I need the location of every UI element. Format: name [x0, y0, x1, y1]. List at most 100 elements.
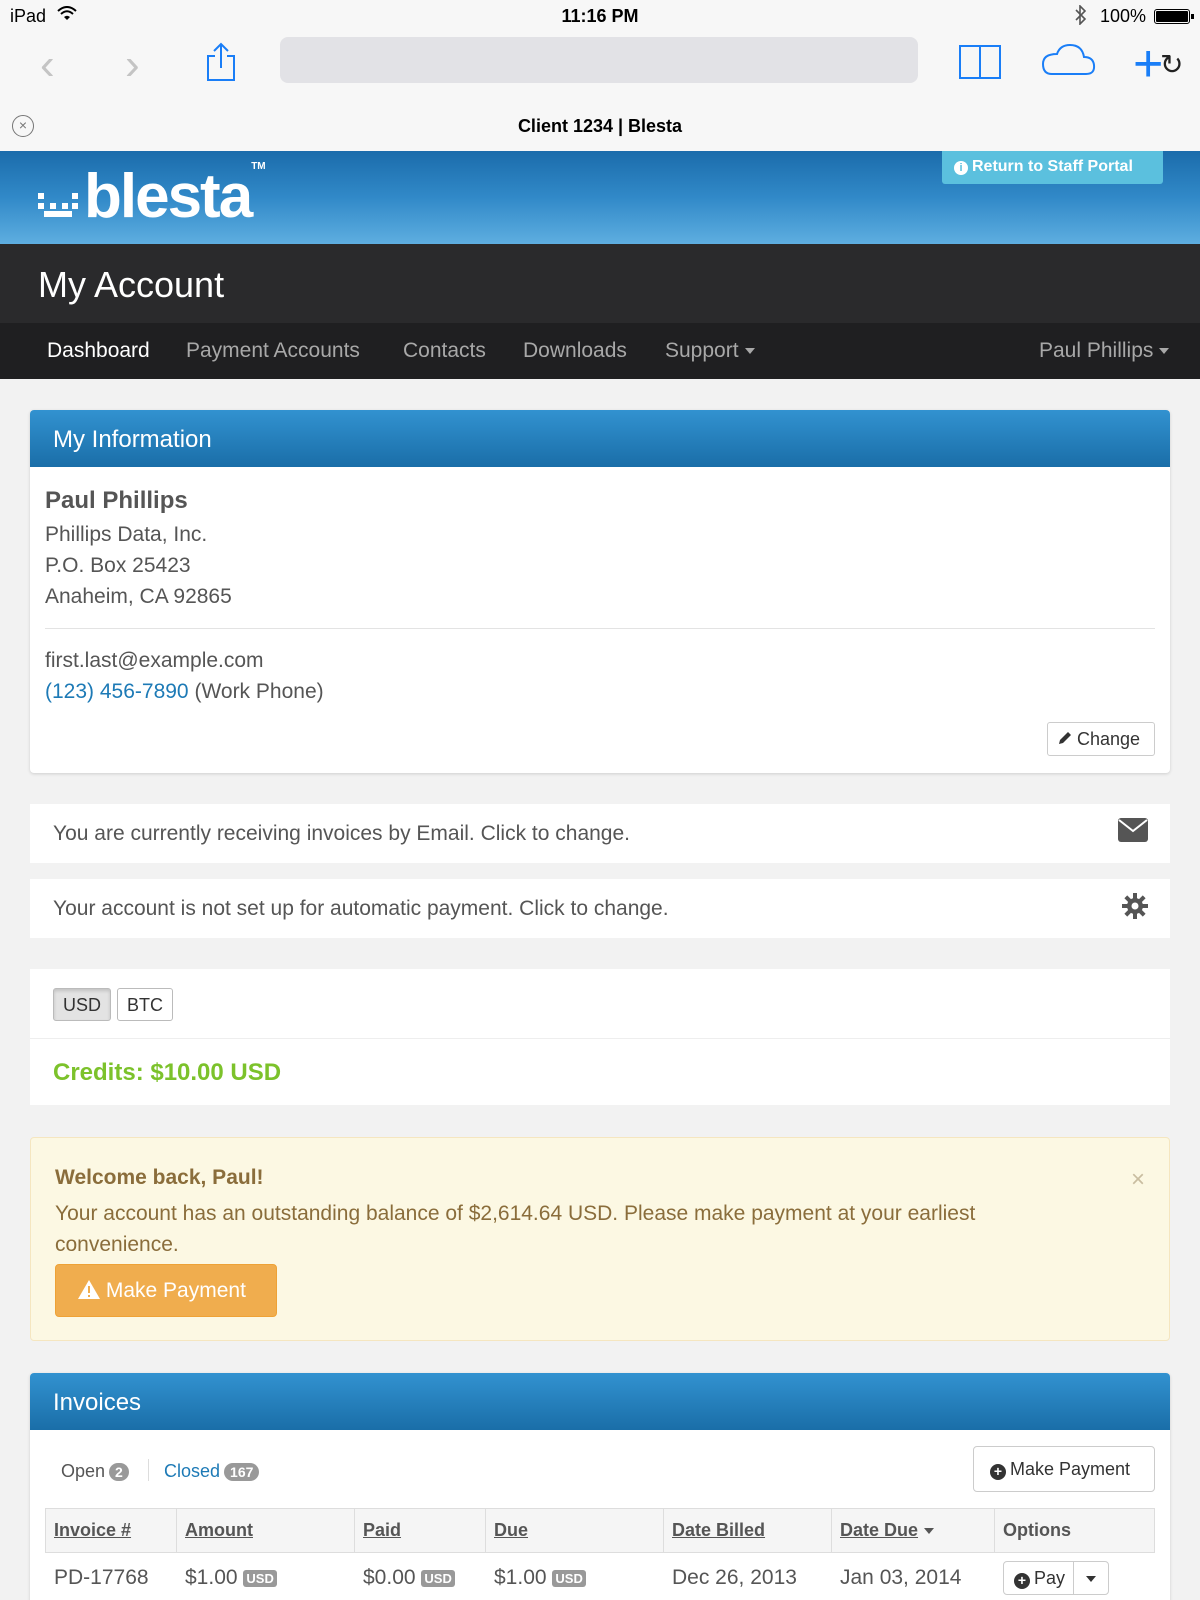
return-to-staff-portal-button[interactable]: i Return to Staff Portal	[942, 151, 1163, 184]
tab-open[interactable]: Open 2	[61, 1461, 129, 1482]
credits-amount: Credits: $10.00 USD	[53, 1059, 282, 1086]
envelope-icon	[1118, 818, 1148, 848]
nav-contacts[interactable]: Contacts	[403, 339, 486, 363]
col-due[interactable]: Due	[485, 1508, 664, 1553]
logo-mark-icon	[36, 165, 78, 236]
table-row: PD-17768 $1.00 USD $0.00 USD $1.00 USD D…	[46, 1553, 1155, 1600]
browser-toolbar: ‹ › ↻ +	[0, 32, 1200, 120]
autopay-row[interactable]: Your account is not set up for automatic…	[30, 879, 1170, 938]
tab-bar: × Client 1234 | Blesta	[0, 108, 1200, 152]
my-information-panel: My Information Paul Phillips Phillips Da…	[30, 410, 1170, 773]
col-date-due-label: Date Due	[840, 1520, 919, 1540]
bookmarks-icon[interactable]	[958, 42, 1002, 85]
invoice-amount-value: $1.00	[185, 1565, 238, 1589]
pay-options-toggle[interactable]	[1074, 1568, 1108, 1600]
currency-btc-button[interactable]: BTC	[117, 988, 173, 1021]
sort-desc-icon	[924, 1528, 935, 1535]
currency-badge: USD	[421, 1569, 455, 1587]
nav-downloads[interactable]: Downloads	[523, 339, 627, 363]
open-count-badge: 2	[109, 1463, 129, 1482]
trademark: TM	[251, 161, 266, 172]
pay-button[interactable]: + Pay	[1004, 1561, 1075, 1594]
battery-percent: 100%	[1100, 6, 1147, 26]
autopay-text: Your account is not set up for automatic…	[53, 897, 669, 920]
invoice-number[interactable]: PD-17768	[46, 1553, 177, 1600]
panel-heading: Invoices	[30, 1373, 1170, 1430]
user-name: Paul Phillips	[1039, 339, 1154, 362]
invoice-method-text: You are currently receiving invoices by …	[53, 822, 630, 845]
col-date-billed[interactable]: Date Billed	[663, 1508, 832, 1553]
make-payment-button[interactable]: Make Payment	[55, 1264, 277, 1317]
chevron-down-icon	[1086, 1576, 1097, 1582]
client-company: Phillips Data, Inc.	[45, 523, 208, 546]
pay-split-button: + Pay	[1003, 1560, 1110, 1595]
plus-circle-icon: +	[1014, 1572, 1030, 1589]
invoices-table: Invoice # Amount Paid Due Date Billed Da…	[45, 1508, 1155, 1600]
currency-usd-button[interactable]: USD	[53, 988, 112, 1021]
pencil-icon	[1058, 729, 1072, 749]
info-icon: i	[954, 161, 968, 175]
brand-header: blestaTM i Return to Staff Portal	[0, 151, 1200, 244]
make-payment-label: Make Payment	[105, 1279, 246, 1302]
table-header-row: Invoice # Amount Paid Due Date Billed Da…	[45, 1508, 1155, 1553]
brand-name: blesta	[84, 162, 253, 231]
panel-heading: My Information	[30, 410, 1170, 467]
battery-icon	[1154, 9, 1194, 24]
nav-support-label: Support	[665, 339, 739, 362]
nav-payment-accounts[interactable]: Payment Accounts	[186, 339, 360, 363]
invoices-make-payment-button[interactable]: + Make Payment	[973, 1446, 1155, 1492]
phone-type: (Work Phone)	[194, 680, 324, 703]
client-address-line2: Anaheim, CA 92865	[45, 585, 232, 608]
new-tab-icon[interactable]: +	[1133, 34, 1163, 94]
client-phone: (123) 456-7890 (Work Phone)	[45, 680, 324, 704]
nav-dashboard[interactable]: Dashboard	[47, 339, 150, 363]
divider	[45, 628, 1155, 629]
tab-closed-label: Closed	[164, 1461, 221, 1481]
address-bar[interactable]: ↻	[280, 37, 1183, 83]
invoice-method-row[interactable]: You are currently receiving invoices by …	[30, 804, 1170, 863]
col-invoice-label: Invoice #	[54, 1520, 132, 1540]
alert-message: Your account has an outstanding balance …	[55, 1202, 976, 1256]
invoices-panel: Invoices Open 2 Closed 167 + Make Payment I…	[30, 1373, 1170, 1600]
tab-open-label: Open	[61, 1461, 106, 1481]
share-icon[interactable]	[205, 42, 237, 87]
client-email-link[interactable]: first.last@example.com	[45, 649, 264, 673]
client-name: Paul Phillips	[45, 487, 188, 514]
staff-portal-label: Return to Staff Portal	[972, 158, 1133, 175]
main-nav: Dashboard Payment Accounts Contacts Down…	[0, 323, 1200, 379]
gear-icon	[1122, 893, 1148, 925]
invoice-paid: $0.00 USD	[355, 1553, 486, 1600]
page-title: My Account	[38, 264, 225, 305]
client-address-line1: P.O. Box 25423	[45, 554, 191, 577]
icloud-tabs-icon[interactable]	[1040, 42, 1096, 81]
nav-support[interactable]: Support	[665, 339, 755, 363]
credits-panel: USD BTC Credits: $10.00 USD	[30, 969, 1170, 1105]
col-amount[interactable]: Amount	[176, 1508, 355, 1553]
plus-circle-icon: +	[990, 1464, 1006, 1480]
tab-title[interactable]: Client 1234 | Blesta	[0, 116, 1200, 137]
client-phone-link[interactable]: (123) 456-7890	[45, 680, 189, 703]
invoice-date-due: Jan 03, 2014	[840, 1565, 962, 1589]
invoices-make-payment-label: Make Payment	[1010, 1459, 1131, 1479]
title-bar: My Account	[0, 244, 1200, 323]
close-icon[interactable]: ×	[1131, 1166, 1145, 1194]
blesta-logo[interactable]: blestaTM	[36, 161, 266, 236]
bluetooth-icon	[1075, 4, 1087, 30]
tab-closed[interactable]: Closed 167	[164, 1461, 260, 1482]
col-date-due[interactable]: Date Due	[831, 1508, 995, 1553]
col-paid[interactable]: Paid	[354, 1508, 486, 1553]
user-menu[interactable]: Paul Phillips	[1039, 339, 1170, 363]
col-options: Options	[994, 1508, 1155, 1553]
col-invoice[interactable]: Invoice #	[45, 1508, 177, 1553]
col-date-billed-label: Date Billed	[672, 1520, 766, 1540]
pay-label: Pay	[1034, 1567, 1066, 1588]
change-info-button[interactable]: Change	[1047, 722, 1155, 756]
col-due-label: Due	[494, 1520, 529, 1540]
status-bar: iPad 11:16 PM 100%	[0, 0, 1200, 32]
tab-separator	[148, 1459, 149, 1481]
alert-heading: Welcome back, Paul!	[55, 1166, 264, 1189]
reload-icon[interactable]: ↻	[1160, 48, 1183, 81]
back-icon[interactable]: ‹	[40, 40, 55, 90]
forward-icon[interactable]: ›	[125, 40, 140, 90]
col-amount-label: Amount	[185, 1520, 253, 1540]
